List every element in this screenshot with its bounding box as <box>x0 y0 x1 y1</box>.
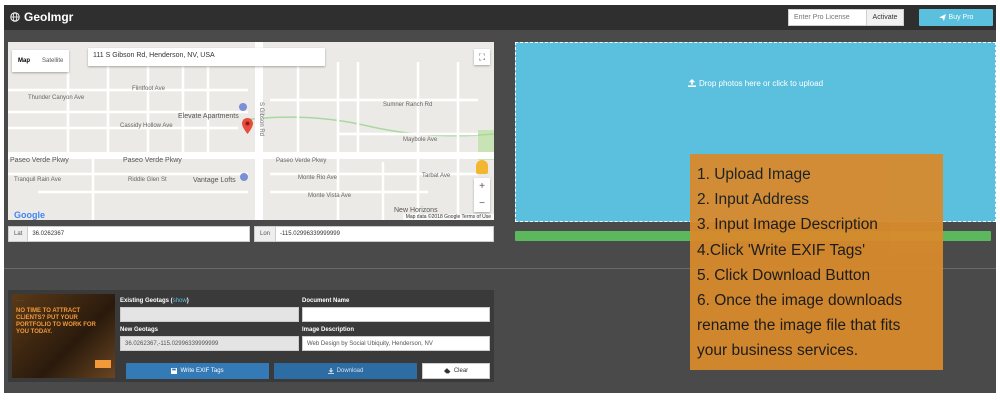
map-label-riddle: Riddle Glen St <box>128 177 167 183</box>
map-label-paseo-left: Paseo Verde Pkwy <box>10 157 69 164</box>
paper-plane-icon <box>938 14 946 21</box>
globe-icon <box>10 12 20 22</box>
existing-geotags-input <box>120 307 299 322</box>
map-label-elevate: Elevate Apartments <box>178 113 239 120</box>
instruction-step: 2. Input Address <box>697 191 810 209</box>
clear-button[interactable]: Clear <box>422 363 490 379</box>
map-label-tranquil: Tranquil Rain Ave <box>14 177 62 183</box>
brand[interactable]: GeoImgr <box>10 10 73 24</box>
google-logo: Google <box>14 210 45 220</box>
map-label-new-horizons: New Horizons <box>394 207 438 214</box>
poi-icon-2 <box>240 173 248 181</box>
map-label-monte-vista: Monte Vista Ave <box>308 193 352 199</box>
instruction-step: 6. Once the image downloads <box>697 292 903 310</box>
map-view[interactable]: Map Satellite 111 S Gibson Rd, Henderson… <box>8 42 494 220</box>
write-exif-button[interactable]: Write EXIF Tags <box>126 363 269 379</box>
map-label-cassidy: Cassidy Hollow Ave <box>120 123 173 129</box>
instruction-step: your business services. <box>697 342 859 360</box>
lon-field-group: Lon -115.02996339999999 <box>254 226 494 242</box>
map-label-maybole: Maybole Ave <box>403 137 438 143</box>
dropzone-text: Drop photos here or click to upload <box>698 79 824 88</box>
thumbnail-logo <box>95 360 111 368</box>
pro-license-input[interactable] <box>788 9 867 26</box>
map-type-satellite[interactable]: Satellite <box>36 50 69 72</box>
image-description-input[interactable]: Web Design by Social Ubiquity, Henderson… <box>302 336 490 351</box>
download-label: Download <box>336 368 364 374</box>
lat-field-group: Lat 36.0262367 <box>8 226 250 242</box>
thumbnail-text: NO TIME TO ATTRACT CLIENTS? PUT YOUR POR… <box>16 308 96 335</box>
buy-pro-label: Buy Pro <box>948 14 974 21</box>
download-icon <box>327 368 334 374</box>
eraser-icon <box>443 368 451 374</box>
lat-input[interactable]: 36.0262367 <box>28 231 68 237</box>
show-link[interactable]: show <box>173 298 187 304</box>
screenshot-frame: GeoImgr Activate Buy Pro <box>0 0 1000 400</box>
map-label-monte-rio: Monte Rio Ave <box>298 175 337 181</box>
document-name-label: Document Name <box>302 298 350 304</box>
zoom-in-button[interactable]: + <box>479 181 485 192</box>
buy-pro-button[interactable]: Buy Pro <box>919 9 993 26</box>
map-label-gibson: S Gibson Rd <box>258 102 264 137</box>
thumbnail-tag: · · · · · <box>16 298 25 302</box>
zoom-control: + − <box>474 178 490 212</box>
fullscreen-icon[interactable]: ⛶ <box>474 49 490 65</box>
map-attribution[interactable]: Map data ©2018 Google Terms of Use <box>402 214 494 220</box>
zoom-out-button[interactable]: − <box>479 198 485 209</box>
map-label-flintfoot: Flintfoot Ave <box>132 86 165 92</box>
street-view-pegman-icon[interactable] <box>476 160 488 174</box>
instruction-step: 1. Upload Image <box>697 166 811 183</box>
image-thumbnail: · · · · · NO TIME TO ATTRACT CLIENTS? PU… <box>12 294 115 378</box>
map-address-box: 111 S Gibson Rd, Henderson, NV, USA <box>88 48 325 66</box>
document-name-input[interactable] <box>302 307 490 322</box>
map-label-vantage: Vantage Lofts <box>193 177 236 184</box>
save-icon <box>171 368 178 374</box>
lon-input[interactable]: -115.02996339999999 <box>276 231 344 237</box>
poi-icon <box>239 103 247 111</box>
download-button[interactable]: Download <box>274 363 417 379</box>
upload-icon <box>687 79 696 87</box>
map-type-map[interactable]: Map <box>12 50 36 72</box>
map-label-paseo-right: Paseo Verde Pkwy <box>276 158 327 164</box>
instruction-step: rename the image file that fits <box>697 317 901 335</box>
lon-label: Lon <box>255 227 277 241</box>
instructions-overlay: 1. Upload Image 2. Input Address 3. Inpu… <box>690 154 943 370</box>
map-label-paseo-mid: Paseo Verde Pkwy <box>123 157 182 164</box>
app-title: GeoImgr <box>24 10 74 24</box>
map-label-tarbat: Tarbat Ave <box>422 173 451 179</box>
new-geotags-label: New Geotags <box>120 327 159 333</box>
map-label-thunder: Thunder Canyon Ave <box>28 95 85 101</box>
instruction-step: 4.Click 'Write EXIF Tags' <box>697 241 866 259</box>
new-geotags-input: 36.0262367,-115.02996339999999 <box>120 336 299 351</box>
instruction-step: 3. Input Image Description <box>697 216 878 234</box>
existing-geotags-label: Existing Geotags (show) <box>120 298 189 304</box>
top-navbar: GeoImgr Activate Buy Pro <box>4 5 996 30</box>
place-marker-icon[interactable] <box>242 118 253 134</box>
map-label-sumner: Sumner Ranch Rd <box>383 102 433 108</box>
map-type-control: Map Satellite <box>12 50 70 72</box>
clear-label: Clear <box>453 368 469 374</box>
activate-button[interactable]: Activate <box>866 9 904 26</box>
write-exif-label: Write EXIF Tags <box>180 368 224 374</box>
instruction-step: 5. Click Download Button <box>697 266 871 284</box>
existing-geotags-text: Existing Geotags <box>120 298 170 304</box>
lat-label: Lat <box>9 227 29 241</box>
image-description-label: Image Description <box>302 327 355 333</box>
